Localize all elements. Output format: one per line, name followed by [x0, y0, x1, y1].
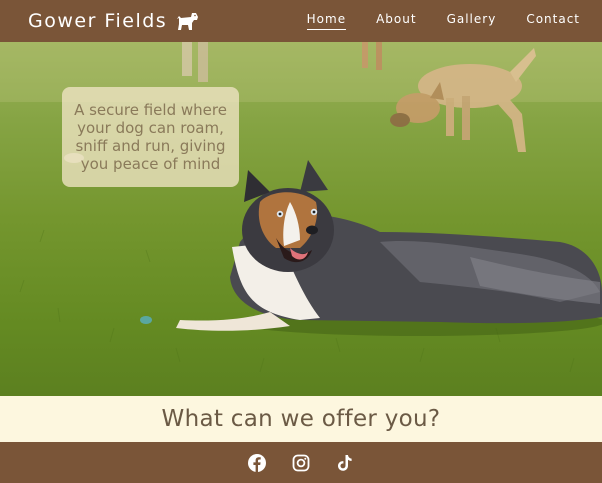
tiktok-icon[interactable] — [336, 454, 354, 472]
dog-icon — [175, 11, 199, 31]
site-footer — [0, 442, 602, 483]
brand-logo[interactable]: Gower Fields — [28, 10, 199, 32]
brand-name: Gower Fields — [28, 10, 168, 32]
site-header: Gower Fields Home About Gallery Contact — [0, 0, 602, 42]
offer-section: What can we offer you? — [0, 396, 602, 442]
facebook-icon[interactable] — [248, 453, 266, 472]
nav-link-about[interactable]: About — [376, 12, 416, 30]
offer-heading: What can we offer you? — [161, 406, 441, 432]
hero-tagline: A secure field where your dog can roam, … — [62, 87, 239, 187]
nav-link-home[interactable]: Home — [306, 12, 347, 30]
nav-link-gallery[interactable]: Gallery — [447, 12, 497, 30]
nav-link-contact[interactable]: Contact — [526, 12, 580, 30]
instagram-icon[interactable] — [292, 454, 310, 472]
main-nav: Home About Gallery Contact — [306, 12, 580, 30]
hero-banner: A secure field where your dog can roam, … — [0, 42, 602, 396]
